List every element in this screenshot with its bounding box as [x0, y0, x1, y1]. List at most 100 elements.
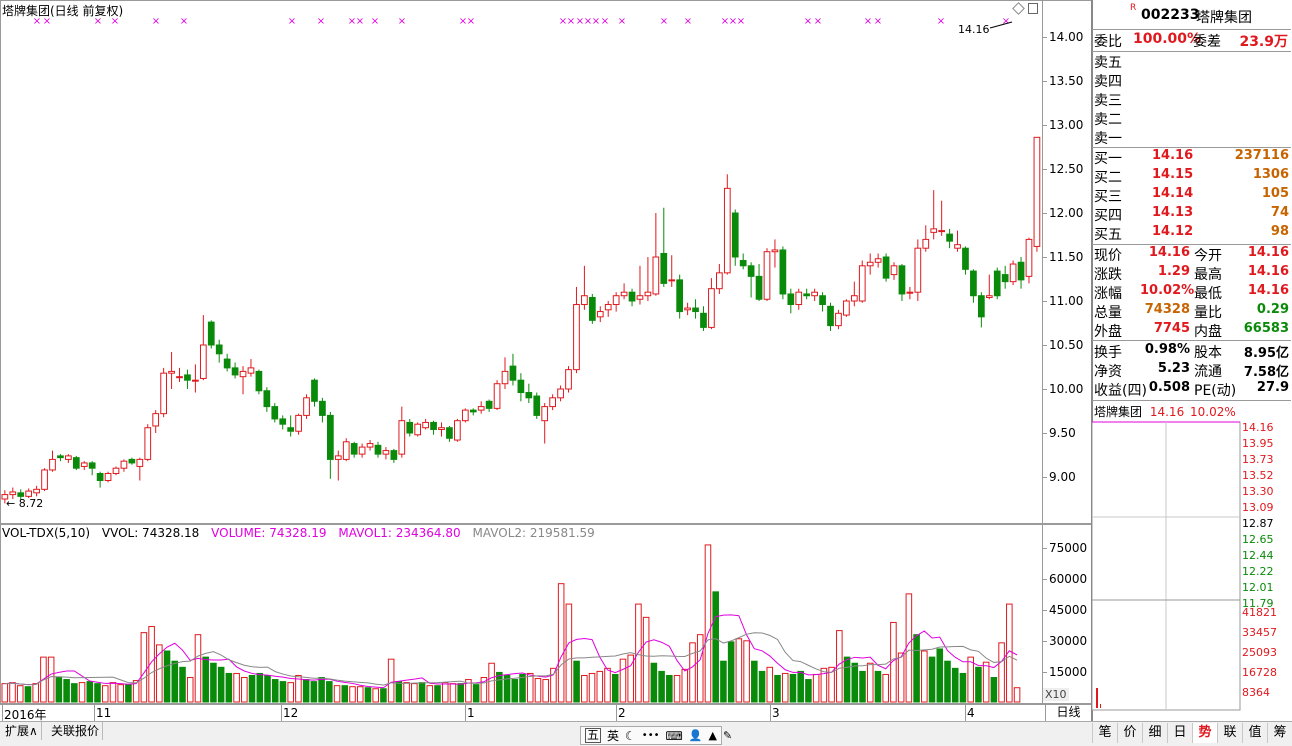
signal-marker: ×: [804, 16, 812, 27]
candle-body: [835, 312, 842, 327]
shirt-icon[interactable]: ▲: [709, 729, 717, 742]
candle-body: [160, 372, 167, 415]
volume-bar: [581, 674, 588, 703]
candle-body: [541, 406, 549, 422]
moon-icon[interactable]: ☾: [625, 729, 636, 743]
volume-bar: [449, 683, 457, 703]
volume-bar: [526, 672, 534, 703]
volume-tick: [1043, 672, 1047, 673]
ime-wubi-icon[interactable]: 五: [585, 728, 602, 743]
candle-body: [342, 441, 350, 460]
mini-vol-bar: [1100, 704, 1101, 708]
tab-related-quotes[interactable]: 关联报价: [48, 722, 104, 740]
mini-price-tick: 12.87: [1242, 517, 1274, 530]
stat-label: 涨跌: [1094, 267, 1122, 283]
tab-expand[interactable]: 扩展∧: [2, 722, 42, 740]
volume-bar: [488, 662, 495, 703]
sell-level-label: 卖一: [1094, 131, 1122, 147]
mini-price-tick: 13.52: [1242, 469, 1274, 482]
candle-body: [88, 462, 96, 469]
volume-bar: [936, 648, 944, 703]
volume-tick: [1043, 641, 1047, 642]
kline-canvas[interactable]: × × × × × × × × × × × × × × × × × × × × × × × × × × × × × × × ×14.16← 8…: [0, 0, 1092, 524]
signal-marker: ×: [356, 16, 364, 27]
buy-level-volume: 74: [1270, 205, 1289, 220]
candle-body: [41, 469, 48, 490]
signal-marker: ×: [94, 16, 102, 27]
volume-multiplier: X10: [1043, 688, 1069, 701]
candle-body: [1017, 261, 1025, 281]
candle-body: [906, 291, 914, 294]
fund-value: 7.58亿: [1243, 365, 1289, 380]
candle-body: [525, 392, 533, 399]
candle-body: [430, 421, 437, 430]
signal-marker: ×: [111, 16, 119, 27]
candle-body: [604, 304, 612, 311]
volume-bar: [318, 677, 325, 703]
volume-bar: [990, 677, 998, 703]
candle-body: [96, 472, 104, 482]
wrench-icon[interactable]: ✎: [723, 729, 732, 742]
time-axis-label: 1: [467, 706, 475, 720]
volume-bar: [727, 641, 735, 703]
stock-code: 002233: [1141, 7, 1200, 23]
dots-icon[interactable]: •••: [642, 730, 660, 741]
keyboard-icon[interactable]: ⌨: [666, 729, 683, 743]
mini-price-tick: 14.16: [1242, 421, 1274, 434]
volume-bar: [202, 656, 209, 703]
right-tab-4[interactable]: 势: [1192, 723, 1217, 743]
fund-value: 27.9: [1256, 380, 1289, 395]
buy-level-price: 14.15: [1152, 167, 1194, 182]
right-tab-7[interactable]: 筹: [1267, 723, 1292, 743]
signal-marker: ×: [618, 16, 626, 27]
price-tick-label: 10.00: [1049, 382, 1084, 396]
right-tab-0[interactable]: 笔: [1092, 723, 1117, 743]
candle-body: [446, 427, 453, 439]
buy-level-label: 买四: [1094, 208, 1122, 224]
right-tab-6[interactable]: 值: [1242, 723, 1267, 743]
volume-bar: [774, 674, 781, 703]
time-axis-label: 11: [96, 706, 112, 720]
volume-bar: [24, 686, 32, 703]
volume-bar: [998, 642, 1005, 703]
price-tick-label: 9.50: [1049, 426, 1076, 440]
period-label[interactable]: 日线: [1045, 704, 1091, 721]
person-icon[interactable]: 👤: [689, 729, 703, 742]
candle-body: [668, 279, 676, 282]
candle-body: [676, 279, 684, 313]
volume-canvas[interactable]: [0, 524, 1092, 704]
candle-body: [17, 492, 25, 497]
fund-value: 0.98%: [1144, 342, 1190, 357]
volume-bar: [866, 662, 874, 703]
volume-bar: [78, 682, 86, 703]
ime-english-icon[interactable]: 英: [607, 727, 619, 744]
candle-body: [827, 305, 834, 327]
right-tab-5[interactable]: 联: [1217, 723, 1242, 743]
volume-bar: [1013, 687, 1021, 703]
price-tick: [1043, 345, 1047, 346]
mini-pct: 10.02%: [1190, 405, 1236, 419]
candle-body: [255, 370, 263, 392]
candle-body: [581, 295, 588, 306]
price-tick: [1043, 301, 1047, 302]
stat-value: 7745: [1153, 321, 1190, 336]
volume-bar: [975, 666, 982, 703]
volume-bar: [982, 661, 990, 703]
right-tab-3[interactable]: 日: [1167, 723, 1192, 743]
ime-toolbar[interactable]: 五 英 ☾ ••• ⌨ 👤 ▲ ✎: [580, 726, 732, 745]
volume-axis: 75000 60000 45000 30000 15000: [1042, 524, 1092, 704]
volume-bar: [596, 670, 604, 703]
candle-body: [636, 295, 644, 300]
signal-marker: ×: [467, 16, 475, 27]
volume-bar: [874, 670, 882, 703]
right-tab-2[interactable]: 细: [1142, 723, 1167, 743]
right-tabs: 笔价细日势联值筹: [1092, 721, 1292, 746]
volume-bar: [897, 652, 905, 703]
volume-bar: [704, 544, 712, 703]
candle-body: [144, 427, 152, 460]
fund-label: 净资: [1094, 364, 1122, 380]
mini-chart-canvas[interactable]: 14.16 13.95 13.73 13.52 13.30 13.09 12.87 12.65…: [1092, 420, 1292, 720]
right-tab-1[interactable]: 价: [1117, 723, 1142, 743]
buy-level-price: 14.16: [1152, 148, 1194, 163]
signal-marker: ×: [684, 16, 692, 27]
